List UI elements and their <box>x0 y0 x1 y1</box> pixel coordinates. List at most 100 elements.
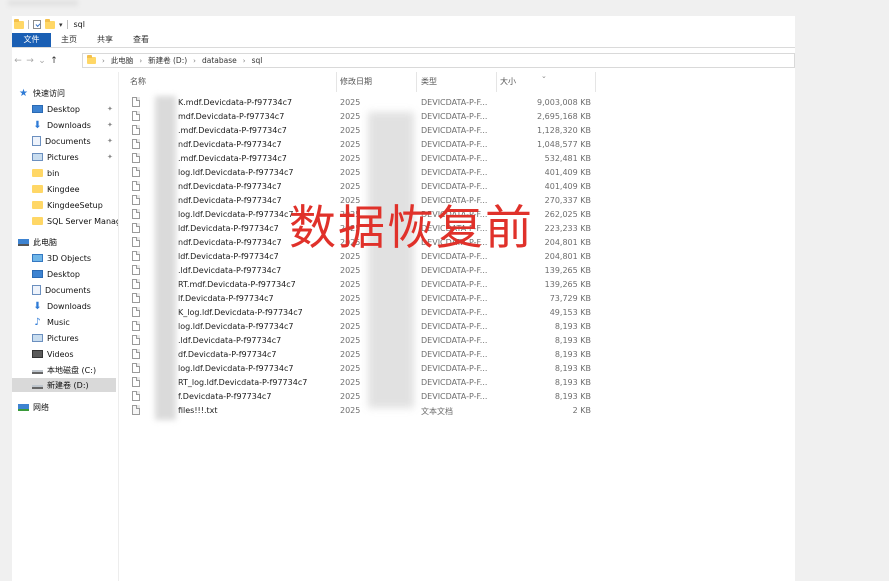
tab-home[interactable]: 主页 <box>51 33 87 47</box>
pictures-icon <box>32 334 43 342</box>
sidebar-item-label: Downloads <box>47 301 91 311</box>
file-date: 2025 <box>340 280 361 289</box>
breadcrumb-separator-icon[interactable]: › <box>193 57 196 65</box>
sidebar-item-pictures[interactable]: Pictures ✦ <box>32 150 132 164</box>
breadcrumb-drive-d[interactable]: 新建卷 (D:) <box>148 55 187 66</box>
table-row[interactable]: RT_log.ldf.Devicdata-P-f97734c7 2025 DEVIC… <box>118 376 598 390</box>
file-type: DEVICDATA-P-F... <box>421 364 488 373</box>
folder-icon <box>87 55 96 64</box>
new-folder-icon[interactable] <box>45 18 55 29</box>
file-size: 139,265 KB <box>544 280 591 289</box>
file-type: DEVICDATA-P-F... <box>421 266 488 275</box>
folder-icon[interactable] <box>14 18 24 29</box>
window-title: sql <box>73 20 85 29</box>
up-arrow-icon[interactable]: ↑ <box>48 56 60 66</box>
sidebar-item-videos[interactable]: Videos <box>32 347 132 361</box>
file-size: 139,265 KB <box>544 266 591 275</box>
table-row[interactable]: files!!!.txt 2025 文本文档 2 KB <box>118 404 598 418</box>
customize-toolbar-chevron-down-icon[interactable]: ▾ <box>59 21 63 29</box>
file-size: 532,481 KB <box>544 154 591 163</box>
file-icon <box>132 293 140 303</box>
table-row[interactable]: .ldf.Devicdata-P-f97734c7 2025 DEVICDATA-P… <box>118 264 598 278</box>
column-header-name[interactable]: 名称 <box>130 76 146 87</box>
file-date: 2025 <box>340 98 361 107</box>
file-type: DEVICDATA-P-F... <box>421 126 488 135</box>
folder-icon <box>32 201 43 209</box>
column-divider[interactable] <box>416 72 417 92</box>
column-header-size[interactable]: 大小 <box>500 76 516 87</box>
table-row[interactable]: df.Devicdata-P-f97734c7 2025 DEVICDATA-P-F… <box>118 348 598 362</box>
breadcrumb-separator-icon[interactable]: › <box>102 57 105 65</box>
sidebar-item-local-disk-c[interactable]: 本地磁盘 (C:) <box>32 363 132 377</box>
table-row[interactable]: ndf.Devicdata-P-f97734c7 2025 DEVICDATA-P-… <box>118 138 598 152</box>
sidebar-item-drive-d[interactable]: 新建卷 (D:) <box>12 378 116 392</box>
sidebar-item-bin[interactable]: bin <box>32 166 132 180</box>
sidebar-item-this-pc[interactable]: 此电脑 <box>18 235 118 249</box>
sidebar-item-3d-objects[interactable]: 3D Objects <box>32 251 132 265</box>
table-row[interactable]: f.Devicdata-P-f97734c7 2025 DEVICDATA-P-F.… <box>118 390 598 404</box>
sidebar-item-kingdee[interactable]: Kingdee <box>32 182 132 196</box>
table-row[interactable]: log.ldf.Devicdata-P-f97734c7 2025 DEVICDAT… <box>118 166 598 180</box>
sidebar-item-desktop[interactable]: Desktop <box>32 267 132 281</box>
breadcrumb[interactable]: › 此电脑 › 新建卷 (D:) › database › sql <box>82 53 795 68</box>
network-icon <box>18 403 29 411</box>
table-row[interactable]: RT.mdf.Devicdata-P-f97734c7 2025 DEVICDATA… <box>118 278 598 292</box>
tab-view[interactable]: 查看 <box>123 33 159 47</box>
sidebar-item-kingdeesetup[interactable]: KingdeeSetup <box>32 198 132 212</box>
breadcrumb-separator-icon[interactable]: › <box>243 57 246 65</box>
sidebar-item-desktop[interactable]: Desktop ✦ <box>32 102 132 116</box>
table-row[interactable]: K_log.ldf.Devicdata-P-f97734c7 2025 DEVICD… <box>118 306 598 320</box>
file-icon <box>132 335 140 345</box>
column-divider[interactable] <box>496 72 497 92</box>
table-row[interactable]: .mdf.Devicdata-P-f97734c7 2025 DEVICDATA-P… <box>118 152 598 166</box>
table-row[interactable]: log.ldf.Devicdata-P-f97734c7 2025 DEVICDAT… <box>118 362 598 376</box>
sidebar-item-network[interactable]: 网络 <box>18 400 118 414</box>
file-size: 1,128,320 KB <box>537 126 591 135</box>
properties-icon[interactable] <box>33 20 41 29</box>
tab-share[interactable]: 共享 <box>87 33 123 47</box>
sidebar-item-pictures[interactable]: Pictures <box>32 331 132 345</box>
sidebar-item-sql-server-management[interactable]: SQL Server Management <box>32 214 118 228</box>
sidebar-item-downloads[interactable]: ⬇ Downloads ✦ <box>32 118 132 132</box>
column-header-type[interactable]: 类型 <box>421 76 437 87</box>
table-row[interactable]: lf.Devicdata-P-f97734c7 2025 DEVICDATA-P-F… <box>118 292 598 306</box>
sidebar-item-label: 新建卷 (D:) <box>47 380 89 390</box>
folder-icon <box>32 185 43 193</box>
column-divider[interactable] <box>336 72 337 92</box>
table-row[interactable]: log.ldf.Devicdata-P-f97734c7 2025 DEVICDAT… <box>118 320 598 334</box>
breadcrumb-database[interactable]: database <box>202 56 237 65</box>
breadcrumb-this-pc[interactable]: 此电脑 <box>111 55 134 66</box>
table-row[interactable]: mdf.Devicdata-P-f97734c7 2025 DEVICDATA-P-… <box>118 110 598 124</box>
sidebar-item-documents[interactable]: Documents <box>32 283 132 297</box>
file-name: log.ldf.Devicdata-P-f97734c7 <box>178 210 294 219</box>
back-arrow-icon[interactable]: ← <box>12 56 24 66</box>
desktop-icon <box>32 105 43 113</box>
tab-file[interactable]: 文件 <box>12 33 51 47</box>
file-name: RT.mdf.Devicdata-P-f97734c7 <box>178 280 296 289</box>
column-divider[interactable] <box>595 72 596 92</box>
file-icon <box>132 363 140 373</box>
sidebar-item-music[interactable]: ♪ Music <box>32 315 132 329</box>
file-icon <box>132 209 140 219</box>
forward-arrow-icon[interactable]: → <box>24 56 36 66</box>
file-date: 2025 <box>340 378 361 387</box>
sidebar-item-downloads[interactable]: ⬇ Downloads <box>32 299 132 313</box>
column-header-date[interactable]: 修改日期 <box>340 76 372 87</box>
sidebar-item-documents[interactable]: Documents ✦ <box>32 134 132 148</box>
table-row[interactable]: ndf.Devicdata-P-f97734c7 2025 DEVICDATA-P-… <box>118 180 598 194</box>
table-row[interactable]: K.mdf.Devicdata-P-f97734c7 2025 DEVICDATA-… <box>118 96 598 110</box>
file-name: K_log.ldf.Devicdata-P-f97734c7 <box>178 308 303 317</box>
file-name: .ldf.Devicdata-P-f97734c7 <box>178 336 282 345</box>
breadcrumb-separator-icon[interactable]: › <box>139 57 142 65</box>
sidebar-item-quick-access[interactable]: ★ 快速访问 <box>18 86 118 100</box>
file-icon <box>132 279 140 289</box>
recent-locations-chevron-icon[interactable]: ⌄ <box>36 56 48 66</box>
file-size: 8,193 KB <box>554 336 591 345</box>
file-date: 2025 <box>340 364 361 373</box>
file-name: RT_log.ldf.Devicdata-P-f97734c7 <box>178 378 308 387</box>
breadcrumb-sql[interactable]: sql <box>252 56 263 65</box>
file-icon <box>132 97 140 107</box>
table-row[interactable]: .mdf.Devicdata-P-f97734c7 2025 DEVICDATA-P… <box>118 124 598 138</box>
table-row[interactable]: .ldf.Devicdata-P-f97734c7 2025 DEVICDATA-P… <box>118 334 598 348</box>
sidebar-item-label: KingdeeSetup <box>47 200 103 210</box>
